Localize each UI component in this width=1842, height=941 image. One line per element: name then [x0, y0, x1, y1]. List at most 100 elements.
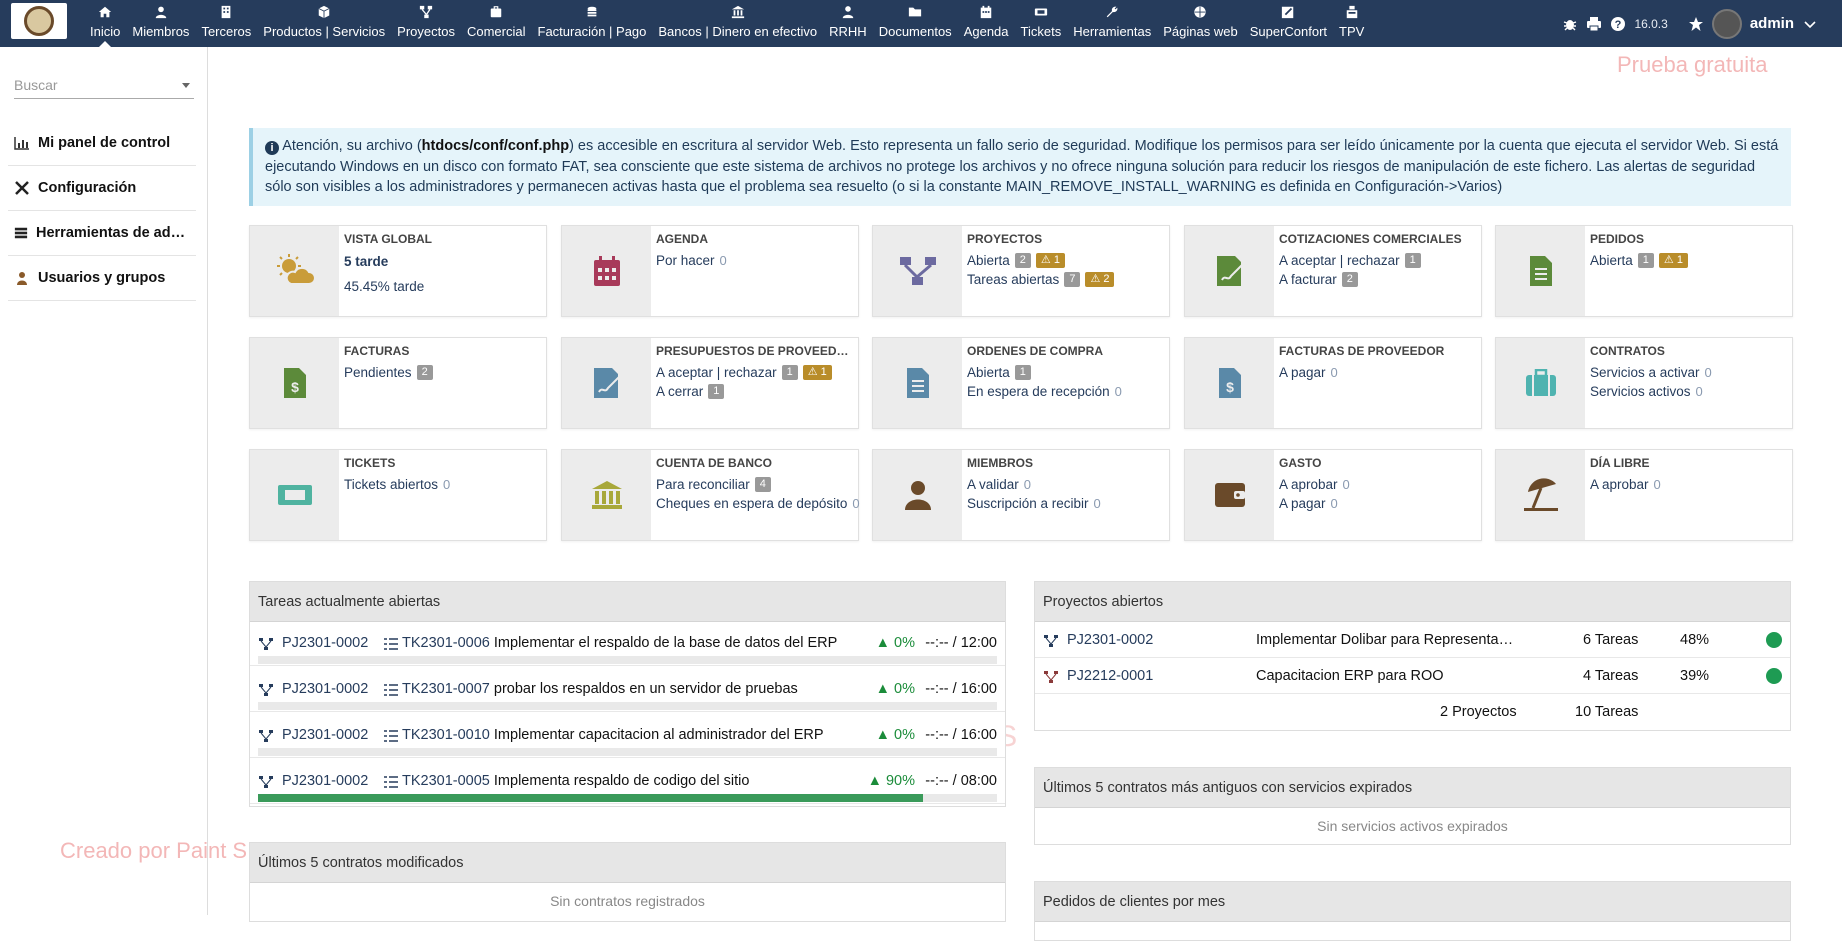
box-line[interactable]: A facturar 2 — [1279, 272, 1358, 287]
box-line[interactable]: Por hacer 0 — [656, 253, 727, 268]
menu-item-terceros[interactable]: Terceros — [195, 0, 257, 47]
box-line[interactable]: A aceptar | rechazar 1 ⚠ 1 — [656, 365, 832, 380]
box-line[interactable]: A aprobar 0 — [1279, 477, 1350, 492]
count-value: 0 — [1653, 477, 1661, 492]
table-row[interactable]: PJ2301-0002 TK2301-0010 Implementar capa… — [250, 714, 1005, 758]
sidebar-item-herramientas-admin[interactable]: Herramientas de administración — [8, 211, 196, 256]
task-ref[interactable]: TK2301-0006 — [402, 635, 490, 651]
box-presupuestos-proveedor[interactable]: PRESUPUESTOS DE PROVEEDOR A aceptar | re… — [561, 337, 859, 429]
sidebar-item-configuracion[interactable]: Configuración — [8, 166, 196, 211]
chevron-down-icon[interactable] — [1802, 16, 1818, 32]
box-line[interactable]: A cerrar 1 — [656, 384, 725, 399]
box-gasto[interactable]: GASTO A aprobar 0 A pagar 0 — [1184, 449, 1482, 541]
box-line[interactable]: Abierta 1 ⚠ 1 — [1590, 253, 1688, 268]
box-line[interactable]: Tareas abiertas 7 ⚠ 2 — [967, 272, 1115, 287]
task-cell[interactable]: TK2301-0006 Implementar el respaldo de l… — [402, 635, 837, 651]
box-vista-global[interactable]: VISTA GLOBAL 5 tarde 45.45% tarde — [249, 225, 547, 317]
menu-item-herramientas[interactable]: Herramientas — [1067, 0, 1157, 47]
box-line[interactable]: Pendientes 2 — [344, 365, 433, 380]
table-row[interactable]: PJ2301-0002 Implementar Dolibar para Rep… — [1035, 622, 1790, 658]
bug-icon[interactable] — [1562, 16, 1578, 32]
chevron-down-icon[interactable] — [182, 83, 190, 88]
box-line[interactable]: A pagar 0 — [1279, 365, 1338, 380]
panel-orders-by-month: Pedidos de clientes por mes — [1034, 881, 1791, 941]
box-dia-libre[interactable]: DÍA LIBRE A aprobar 0 — [1495, 449, 1793, 541]
box-line[interactable]: A validar 0 — [967, 477, 1031, 492]
sidebar-item-usuarios[interactable]: Usuarios y grupos — [8, 256, 196, 301]
box-line[interactable]: Servicios activos 0 — [1590, 384, 1703, 399]
menu-item-tpv[interactable]: TPV — [1333, 0, 1370, 47]
user-name[interactable]: admin — [1750, 15, 1794, 32]
menu-item-proyectos[interactable]: Proyectos — [391, 0, 461, 47]
member-icon — [873, 450, 962, 540]
task-ref[interactable]: TK2301-0007 — [402, 681, 490, 697]
menu-item-comercial[interactable]: Comercial — [461, 0, 532, 47]
box-line[interactable]: Para reconciliar 4 — [656, 477, 771, 492]
search-input[interactable]: Buscar — [14, 73, 194, 99]
company-logo[interactable] — [11, 3, 67, 39]
box-title: TICKETS — [344, 456, 396, 470]
project-ref[interactable]: PJ2212-0001 — [1067, 668, 1153, 684]
box-cotizaciones[interactable]: COTIZACIONES COMERCIALES A aceptar | rec… — [1184, 225, 1482, 317]
project-ref[interactable]: PJ2301-0002 — [282, 727, 368, 743]
box-line[interactable]: Tickets abiertos 0 — [344, 477, 450, 492]
project-ref[interactable]: PJ2301-0002 — [282, 635, 368, 651]
sidebar-item-panel[interactable]: Mi panel de control — [8, 121, 196, 166]
menu-item-rrhh[interactable]: RRHH — [823, 0, 873, 47]
menu-item-superconfort[interactable]: SuperConfort — [1244, 0, 1333, 47]
menu-item-miembros[interactable]: Miembros — [126, 0, 195, 47]
box-line[interactable]: A aprobar 0 — [1590, 477, 1661, 492]
box-facturas[interactable]: $ FACTURAS Pendientes 2 — [249, 337, 547, 429]
box-line[interactable]: Abierta 1 — [967, 365, 1031, 380]
box-proyectos[interactable]: PROYECTOS Abierta 2 ⚠ 1 Tareas abiertas 7… — [872, 225, 1170, 317]
print-icon[interactable] — [1586, 16, 1602, 32]
box-miembros[interactable]: MIEMBROS A validar 0 Suscripción a recib… — [872, 449, 1170, 541]
box-line[interactable]: Suscripción a recibir 0 — [967, 496, 1101, 511]
box-line[interactable]: Abierta 2 ⚠ 1 — [967, 253, 1065, 268]
avatar[interactable] — [1711, 8, 1742, 39]
menu-item-documentos[interactable]: Documentos — [873, 0, 958, 47]
task-cell[interactable]: TK2301-0007 probar los respaldos en un s… — [402, 681, 798, 697]
task-cell[interactable]: TK2301-0010 Implementar capacitacion al … — [402, 727, 824, 743]
panel-header: Últimos 5 contratos más antiguos con ser… — [1035, 768, 1790, 808]
task-ref[interactable]: TK2301-0005 — [402, 773, 490, 789]
box-line[interactable]: A aceptar | rechazar 1 — [1279, 253, 1421, 268]
total-tasks: 10 Tareas — [1575, 704, 1639, 720]
tasks-icon — [384, 684, 398, 696]
menu-item-tickets[interactable]: Tickets — [1015, 0, 1068, 47]
box-cuenta-banco[interactable]: CUENTA DE BANCO Para reconciliar 4 Chequ… — [561, 449, 860, 541]
box-line[interactable]: Cheques en espera de depósito 0 — [656, 496, 860, 511]
box-line[interactable]: Servicios a activar 0 — [1590, 365, 1712, 380]
table-row[interactable]: PJ2212-0001 Capacitacion ERP para ROO 4 … — [1035, 658, 1790, 694]
menu-item-bancos[interactable]: Bancos | Dinero en efectivo — [652, 0, 823, 47]
table-row[interactable]: PJ2301-0002 TK2301-0006 Implementar el r… — [250, 622, 1005, 666]
task-cell[interactable]: TK2301-0005 Implementa respaldo de codig… — [402, 773, 749, 789]
help-icon[interactable]: ? — [1610, 16, 1626, 32]
star-icon[interactable] — [1688, 16, 1704, 32]
box-line[interactable]: A pagar 0 — [1279, 496, 1338, 511]
project-ref[interactable]: PJ2301-0002 — [282, 773, 368, 789]
table-row[interactable]: PJ2301-0002 TK2301-0007 probar los respa… — [250, 668, 1005, 712]
project-ref[interactable]: PJ2301-0002 — [282, 681, 368, 697]
menu-item-facturacion[interactable]: Facturación | Pago — [532, 0, 653, 47]
created-watermark: Creado por Paint S — [60, 838, 248, 863]
menu-item-paginas-web[interactable]: Páginas web — [1157, 0, 1243, 47]
project-ref[interactable]: PJ2301-0002 — [1067, 632, 1153, 648]
box-line[interactable]: En espera de recepción 0 — [967, 384, 1122, 399]
line-label: A pagar — [1279, 496, 1326, 511]
line-label: A validar — [967, 477, 1019, 492]
box-agenda[interactable]: AGENDA Por hacer 0 — [561, 225, 859, 317]
line-label: A aceptar | rechazar — [1279, 253, 1400, 268]
box-facturas-proveedor[interactable]: $ FACTURAS DE PROVEEDOR A pagar 0 — [1184, 337, 1482, 429]
table-row[interactable]: PJ2301-0002 TK2301-0005 Implementa respa… — [250, 760, 1005, 804]
box-tickets[interactable]: TICKETS Tickets abiertos 0 — [249, 449, 547, 541]
project-icon — [1044, 671, 1058, 683]
menu-item-agenda[interactable]: Agenda — [958, 0, 1015, 47]
menu-item-productos[interactable]: Productos | Servicios — [257, 0, 391, 47]
menu-item-inicio[interactable]: Inicio — [84, 0, 126, 47]
search-placeholder: Buscar — [14, 77, 58, 93]
box-contratos[interactable]: CONTRATOS Servicios a activar 0 Servicio… — [1495, 337, 1793, 429]
box-ordenes-compra[interactable]: ORDENES DE COMPRA Abierta 1 En espera de… — [872, 337, 1170, 429]
box-pedidos[interactable]: PEDIDOS Abierta 1 ⚠ 1 — [1495, 225, 1793, 317]
task-ref[interactable]: TK2301-0010 — [402, 727, 490, 743]
